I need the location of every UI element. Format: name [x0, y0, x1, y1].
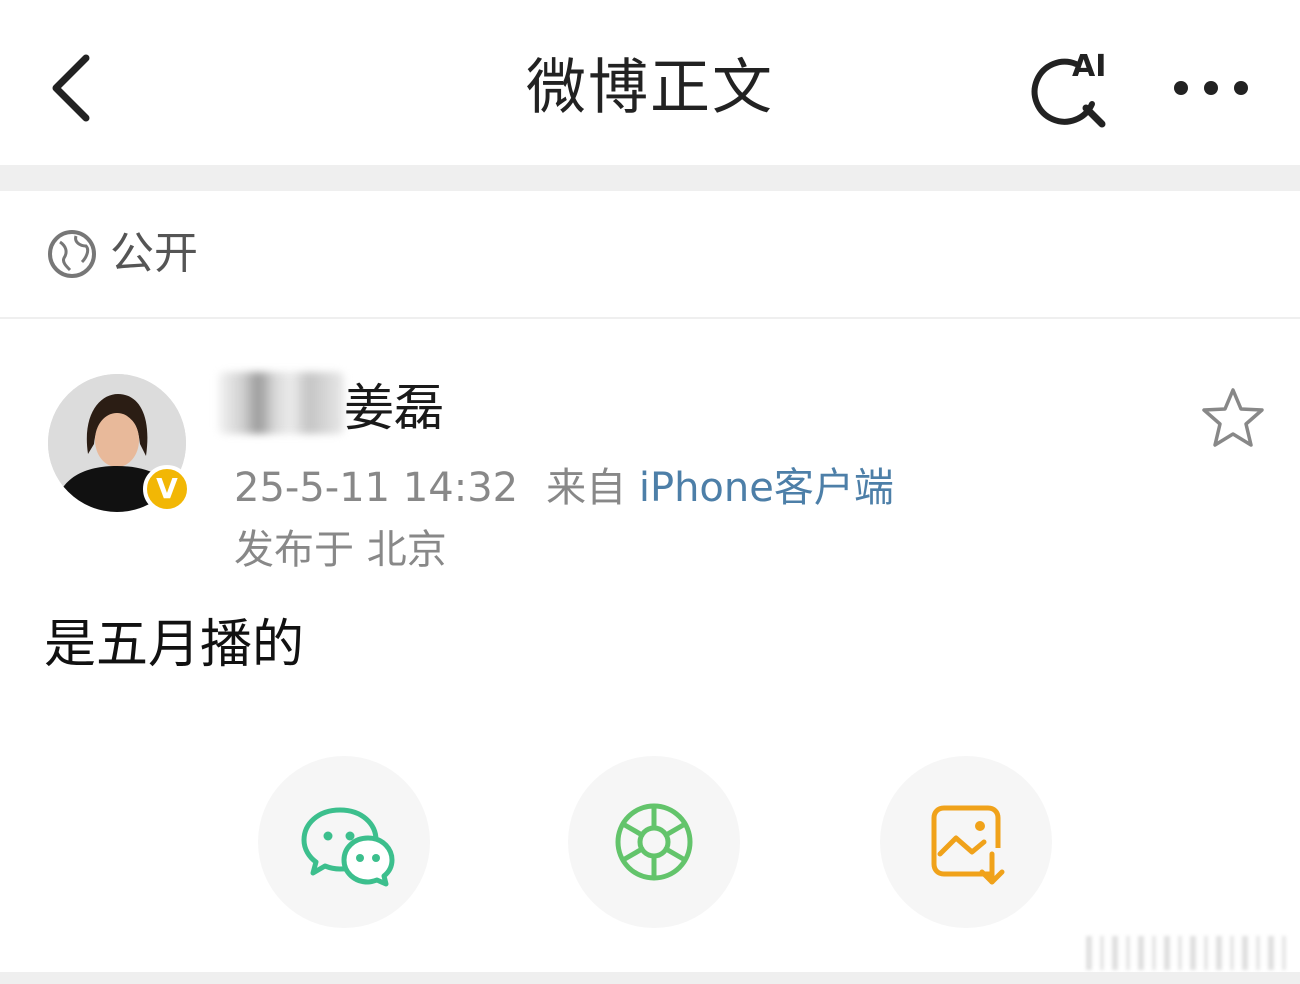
share-wechat-button[interactable]	[258, 756, 430, 928]
save-image-button[interactable]	[880, 756, 1052, 928]
wechat-icon	[301, 807, 395, 887]
source-client-link[interactable]: iPhone客户端	[639, 465, 894, 511]
redacted-name-blur	[218, 372, 344, 434]
post-timestamp: 25-5-11 14:32	[234, 465, 519, 511]
save-image-icon	[931, 805, 1005, 885]
post-text: 是五月播的	[44, 615, 305, 675]
globe-icon	[48, 230, 96, 278]
bottom-divider	[0, 972, 1300, 984]
section-divider	[0, 165, 1300, 191]
author-name[interactable]: 姜磊	[344, 376, 444, 440]
share-moments-button[interactable]	[568, 756, 740, 928]
ai-badge: AI	[1072, 49, 1106, 84]
post-meta: 25-5-11 14:32 来自 iPhone客户端	[234, 462, 894, 514]
ai-search-icon[interactable]: AI	[1024, 44, 1120, 132]
more-dots-icon[interactable]	[1168, 66, 1254, 110]
verified-badge: V	[143, 465, 191, 513]
post-location: 发布于 北京	[234, 527, 447, 573]
source-prefix: 来自	[546, 465, 627, 511]
top-nav-bar: 微博正文 AI	[0, 0, 1300, 165]
favorite-star-icon[interactable]	[1200, 386, 1266, 450]
visibility-label: 公开	[110, 228, 198, 279]
watermark-blur	[1086, 936, 1286, 970]
moments-icon	[615, 803, 693, 881]
